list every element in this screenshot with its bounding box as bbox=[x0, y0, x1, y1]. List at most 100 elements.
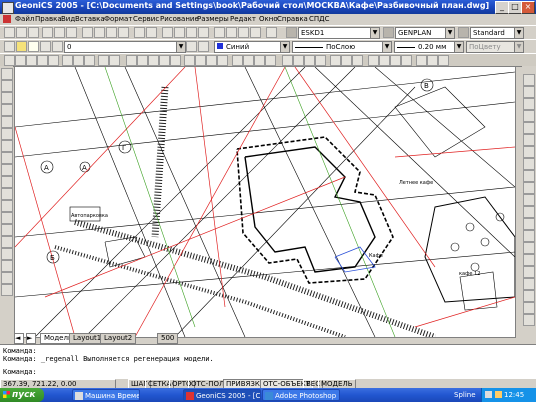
tab-first-arrow[interactable]: ◄ bbox=[14, 333, 24, 344]
cut-icon[interactable] bbox=[82, 27, 93, 38]
contour-icon[interactable] bbox=[137, 55, 148, 66]
layer-select[interactable]: 0 ▼ bbox=[64, 41, 186, 53]
task-photoshop[interactable]: Adobe Photoshop bbox=[262, 389, 340, 401]
zoom-previous-icon[interactable] bbox=[198, 27, 209, 38]
menu-view[interactable]: Вид bbox=[61, 15, 75, 23]
undo-icon[interactable] bbox=[134, 27, 145, 38]
menu-draw[interactable]: Рисование bbox=[160, 15, 199, 23]
mtext-icon[interactable] bbox=[254, 55, 265, 66]
multiline-text-icon[interactable] bbox=[1, 284, 13, 296]
menu-modify[interactable]: Редакт bbox=[230, 15, 256, 23]
lock-icon[interactable] bbox=[40, 41, 51, 52]
sheet-set-icon[interactable] bbox=[250, 27, 261, 38]
layer-color-icon[interactable] bbox=[52, 41, 63, 52]
task-geonics[interactable]: GeoniCS 2005 - [C:\D... bbox=[183, 389, 261, 401]
tool-palettes-icon[interactable] bbox=[238, 27, 249, 38]
snap-midpoint-icon[interactable] bbox=[523, 278, 535, 290]
export-icon[interactable] bbox=[438, 55, 449, 66]
snap-endpoint-icon[interactable] bbox=[523, 266, 535, 278]
arc-icon[interactable] bbox=[1, 128, 13, 140]
pipe-icon[interactable] bbox=[206, 55, 217, 66]
extend-icon[interactable] bbox=[523, 194, 535, 206]
hatch-tool-icon[interactable] bbox=[1, 236, 13, 248]
profile-icon[interactable] bbox=[148, 55, 159, 66]
north-arrow-icon[interactable] bbox=[315, 55, 326, 66]
level-mark-icon[interactable] bbox=[368, 55, 379, 66]
center-mark-icon[interactable] bbox=[84, 55, 95, 66]
ellipse-icon[interactable] bbox=[1, 176, 13, 188]
surface-icon[interactable] bbox=[126, 55, 137, 66]
leader-icon[interactable] bbox=[62, 55, 73, 66]
start-button[interactable]: пуск bbox=[0, 388, 44, 402]
zoom-window-icon[interactable] bbox=[186, 27, 197, 38]
tab-next-arrow[interactable]: ► bbox=[26, 333, 36, 344]
copy-icon[interactable] bbox=[94, 27, 105, 38]
command-prompt[interactable]: Команда: bbox=[3, 368, 37, 376]
axis-icon[interactable] bbox=[390, 55, 401, 66]
report-icon[interactable] bbox=[427, 55, 438, 66]
print-icon[interactable] bbox=[42, 27, 53, 38]
app-icon[interactable] bbox=[2, 2, 14, 14]
polyline-icon[interactable] bbox=[1, 92, 13, 104]
table-style-select[interactable]: Standard ▼ bbox=[470, 27, 524, 39]
text-style-icon[interactable] bbox=[286, 27, 297, 38]
snap-center-icon[interactable] bbox=[523, 290, 535, 302]
close-button[interactable]: × bbox=[521, 1, 535, 14]
layer-manager-icon[interactable] bbox=[4, 41, 15, 52]
dim-radius-icon[interactable] bbox=[37, 55, 48, 66]
rotate-icon[interactable] bbox=[523, 146, 535, 158]
menu-spds[interactable]: СПДС bbox=[309, 15, 330, 23]
text-style-select[interactable]: ESKD1 ▼ bbox=[298, 27, 380, 39]
snap-perpendicular-icon[interactable] bbox=[523, 314, 535, 326]
menu-format[interactable]: Формат bbox=[104, 15, 132, 23]
circle-icon[interactable] bbox=[1, 140, 13, 152]
network-icon[interactable] bbox=[485, 391, 492, 398]
mirror-icon[interactable] bbox=[523, 98, 535, 110]
dim-update-icon[interactable] bbox=[109, 55, 120, 66]
ellipse-arc-icon[interactable] bbox=[1, 188, 13, 200]
dim-edit-icon[interactable] bbox=[98, 55, 109, 66]
copy-object-icon[interactable] bbox=[523, 86, 535, 98]
publish-icon[interactable] bbox=[66, 27, 77, 38]
drawing-canvas[interactable]: Г А Б В А Автопарковка Летнее кафе Кафе … bbox=[14, 66, 516, 338]
spec-icon[interactable] bbox=[416, 55, 427, 66]
new-icon[interactable] bbox=[4, 27, 15, 38]
dim-aligned-icon[interactable] bbox=[26, 55, 37, 66]
sun-icon[interactable] bbox=[28, 41, 39, 52]
linetype-select[interactable]: ПоСлою ▼ bbox=[292, 41, 392, 53]
elevation-icon[interactable] bbox=[293, 55, 304, 66]
fillet-icon[interactable] bbox=[523, 242, 535, 254]
parcel-icon[interactable] bbox=[184, 55, 195, 66]
make-current-icon[interactable] bbox=[186, 41, 197, 52]
menu-window[interactable]: Окно bbox=[259, 15, 278, 23]
section-icon[interactable] bbox=[159, 55, 170, 66]
maximize-button[interactable]: □ bbox=[508, 1, 522, 14]
label-icon[interactable] bbox=[217, 55, 228, 66]
point-tool-icon[interactable] bbox=[4, 55, 15, 66]
menu-tools[interactable]: Сервис bbox=[133, 15, 159, 23]
grading-icon[interactable] bbox=[195, 55, 206, 66]
scale-icon[interactable] bbox=[523, 158, 535, 170]
menu-file[interactable]: Файл bbox=[15, 15, 34, 23]
command-window[interactable]: Команда: Команда: _regenall Выполняется … bbox=[0, 344, 536, 379]
callout-icon[interactable] bbox=[352, 55, 363, 66]
offset-icon[interactable] bbox=[523, 110, 535, 122]
table-icon[interactable] bbox=[265, 55, 276, 66]
construction-line-icon[interactable] bbox=[1, 80, 13, 92]
dim-angle-icon[interactable] bbox=[48, 55, 59, 66]
dim-style-icon[interactable] bbox=[383, 27, 394, 38]
task-time-machine[interactable]: Машина Времени bbox=[72, 389, 140, 401]
pan-icon[interactable] bbox=[162, 27, 173, 38]
alignment-icon[interactable] bbox=[170, 55, 181, 66]
menu-edit[interactable]: Правка bbox=[35, 15, 62, 23]
polygon-icon[interactable] bbox=[1, 104, 13, 116]
region-icon[interactable] bbox=[1, 260, 13, 272]
menu-help[interactable]: Справка bbox=[277, 15, 308, 23]
snap-intersection-icon[interactable] bbox=[523, 302, 535, 314]
dim-linear-icon[interactable] bbox=[15, 55, 26, 66]
menu-dimension[interactable]: Размеры bbox=[197, 15, 229, 23]
menu-insert[interactable]: Вставка bbox=[75, 15, 105, 23]
spline-icon[interactable] bbox=[495, 391, 502, 398]
frame-icon[interactable] bbox=[330, 55, 341, 66]
bulb-icon[interactable] bbox=[16, 41, 27, 52]
